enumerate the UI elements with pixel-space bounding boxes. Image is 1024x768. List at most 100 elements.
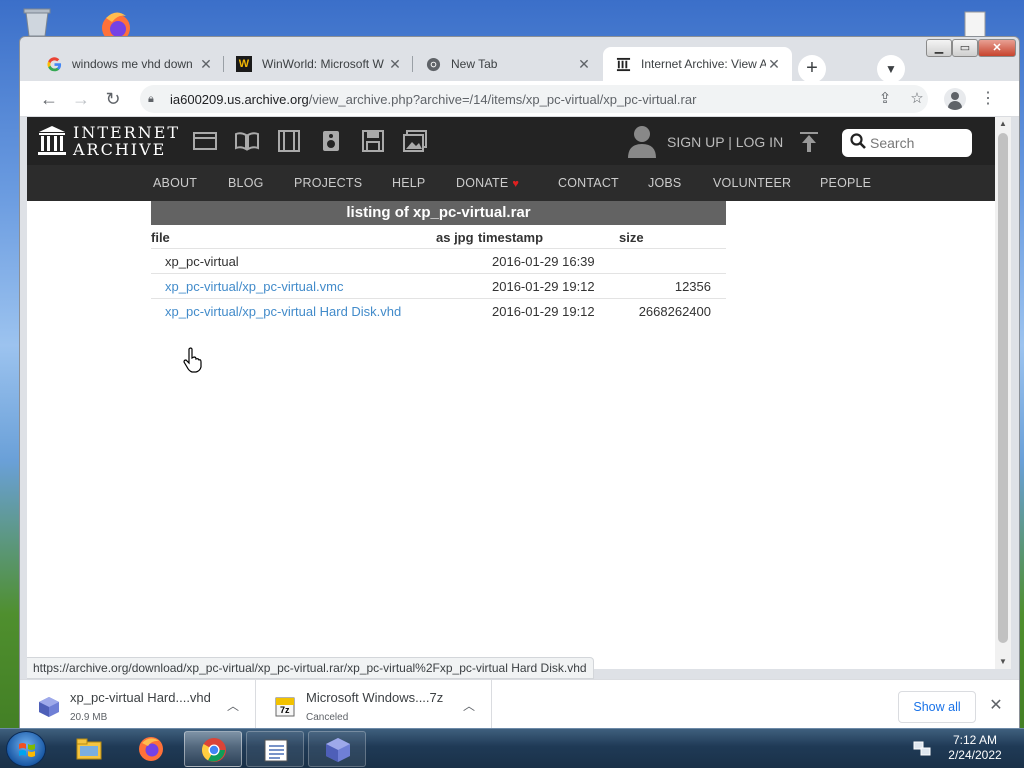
ia-logo-line1: INTERNET — [73, 123, 181, 142]
link-status-bubble: https://archive.org/download/xp_pc-virtu… — [27, 657, 594, 679]
clock-time: 7:12 AM — [952, 733, 998, 747]
close-shelf-icon[interactable]: ✕ — [986, 694, 1006, 718]
download-shelf: xp_pc-virtual Hard....vhd 20.9 MB ︿ 7z M… — [20, 679, 1019, 731]
show-all-downloads-button[interactable]: Show all — [898, 691, 976, 723]
tab-internet-archive[interactable]: Internet Archive: View A ✕ — [603, 47, 792, 81]
tab-title: windows me vhd down — [72, 57, 193, 71]
windows-taskbar: 7:12 AM 2/24/2022 — [0, 728, 1024, 768]
ia-logo-icon[interactable] — [37, 125, 67, 157]
close-tab-icon[interactable]: ✕ — [198, 56, 214, 73]
address-bar[interactable]: 🔒︎ ia600209.us.archive.org/view_archive.… — [140, 85, 928, 113]
hand-cursor-icon — [183, 347, 205, 373]
heart-icon: ♥ — [512, 178, 520, 190]
chevron-up-icon[interactable]: ︿ — [461, 698, 477, 714]
firefox-icon — [139, 737, 163, 761]
chrome-icon — [201, 738, 226, 762]
nav-help[interactable]: HELP — [392, 176, 425, 190]
taskbar-virtualbox[interactable] — [308, 731, 366, 767]
tab-strip: windows me vhd down ✕ W WinWorld: Micros… — [20, 45, 1019, 83]
forward-arrow-icon[interactable]: → — [68, 86, 94, 112]
lock-icon: 🔒︎ — [148, 92, 154, 105]
tab-new-tab[interactable]: New Tab ✕ — [413, 47, 602, 81]
taskbar-chrome[interactable] — [184, 731, 242, 767]
header-file: file — [151, 230, 170, 245]
archive-listing-table: listing of xp_pc-virtual.rar file as jpg… — [151, 201, 726, 324]
nav-projects[interactable]: PROJECTS — [294, 176, 362, 190]
ia-search-box[interactable] — [842, 129, 972, 157]
google-icon — [46, 56, 62, 72]
download-item[interactable]: xp_pc-virtual Hard....vhd 20.9 MB ︿ — [20, 680, 256, 731]
taskbar-notepad[interactable] — [246, 731, 304, 767]
header-size: size — [619, 230, 644, 245]
tab-title: New Tab — [451, 57, 498, 71]
search-icon — [850, 132, 866, 154]
chevron-up-icon[interactable]: ︿ — [225, 698, 241, 714]
texts-icon[interactable] — [235, 130, 259, 152]
listing-header-row: file as jpg timestamp size — [151, 225, 726, 249]
nav-about[interactable]: ABOUT — [153, 176, 197, 190]
images-icon[interactable] — [403, 130, 427, 152]
download-status: 20.9 MB — [70, 712, 108, 723]
ia-search-input[interactable] — [870, 135, 960, 151]
audio-icon[interactable] — [319, 130, 343, 152]
nav-donate[interactable]: DONATE ♥ — [456, 176, 519, 190]
bookmark-star-icon[interactable]: ☆ — [905, 86, 929, 112]
nav-blog[interactable]: BLOG — [228, 176, 264, 190]
tab-title: Internet Archive: View A — [641, 57, 766, 71]
scroll-thumb[interactable] — [998, 133, 1008, 643]
virtualbox-icon — [38, 696, 60, 718]
file-explorer-icon — [76, 738, 102, 760]
user-icon[interactable] — [627, 124, 657, 158]
web-icon[interactable] — [193, 130, 217, 152]
profile-avatar-icon[interactable] — [944, 88, 966, 110]
page-content: INTERNET ARCHIVE SIGN UP | LOG IN Search… — [27, 117, 995, 669]
system-clock[interactable]: 7:12 AM 2/24/2022 — [940, 733, 1010, 763]
tab-search-chevron-icon[interactable]: ▼ — [877, 55, 905, 83]
listing-title: listing of xp_pc-virtual.rar — [151, 201, 726, 225]
ia-logo-text[interactable]: INTERNET ARCHIVE — [73, 124, 180, 158]
close-tab-icon[interactable]: ✕ — [766, 56, 782, 73]
file-link[interactable]: xp_pc-virtual/xp_pc-virtual.vmc — [165, 279, 343, 294]
page-scrollbar[interactable]: ▲ ▼ — [995, 117, 1011, 669]
tab-google-search[interactable]: windows me vhd down ✕ — [34, 47, 224, 81]
table-row: xp_pc-virtual/xp_pc-virtual Hard Disk.vh… — [151, 299, 726, 324]
taskbar-file-explorer[interactable] — [60, 731, 118, 767]
virtualbox-icon — [326, 738, 350, 762]
tab-winworld[interactable]: W WinWorld: Microsoft W ✕ — [224, 47, 413, 81]
scroll-up-arrow-icon[interactable]: ▲ — [995, 117, 1011, 131]
close-tab-icon[interactable]: ✕ — [576, 56, 592, 73]
tab-title: WinWorld: Microsoft W — [262, 57, 384, 71]
nav-volunteer[interactable]: VOLUNTEER — [713, 176, 791, 190]
windows-logo-icon — [19, 743, 35, 757]
download-filename: xp_pc-virtual Hard....vhd — [70, 690, 211, 705]
share-icon[interactable]: ⇪ — [873, 86, 897, 112]
nav-contact[interactable]: CONTACT — [558, 176, 619, 190]
nav-donate-label: DONATE — [456, 176, 509, 190]
upload-icon[interactable] — [799, 131, 819, 153]
svg-text:7z: 7z — [280, 705, 290, 715]
chrome-menu-icon[interactable]: ⋮ — [980, 86, 996, 112]
nav-people[interactable]: PEOPLE — [820, 176, 871, 190]
back-arrow-icon[interactable]: ← — [36, 86, 62, 112]
sign-up-log-in-link[interactable]: SIGN UP | LOG IN — [667, 134, 783, 150]
video-icon[interactable] — [277, 130, 301, 152]
start-button[interactable] — [6, 731, 46, 767]
software-icon[interactable] — [361, 130, 385, 152]
network-icon[interactable] — [913, 741, 931, 757]
table-row: xp_pc-virtual/xp_pc-virtual.vmc 2016-01-… — [151, 274, 726, 299]
reload-icon[interactable]: ↻ — [100, 86, 126, 112]
close-tab-icon[interactable]: ✕ — [387, 56, 403, 73]
ia-logo-line2: ARCHIVE — [73, 140, 167, 159]
download-item[interactable]: 7z Microsoft Windows....7z Canceled ︿ — [256, 680, 492, 731]
recycle-bin-icon[interactable] — [20, 6, 54, 38]
taskbar-firefox[interactable] — [122, 731, 180, 767]
header-timestamp: timestamp — [478, 230, 544, 245]
file-link[interactable]: xp_pc-virtual/xp_pc-virtual Hard Disk.vh… — [165, 304, 401, 319]
7zip-icon: 7z — [274, 696, 296, 718]
notepad-icon — [264, 739, 288, 762]
download-filename: Microsoft Windows....7z — [306, 690, 444, 705]
new-tab-button[interactable]: + — [798, 55, 826, 83]
scroll-down-arrow-icon[interactable]: ▼ — [995, 655, 1011, 669]
nav-jobs[interactable]: JOBS — [648, 176, 681, 190]
download-status: Canceled — [306, 712, 349, 723]
